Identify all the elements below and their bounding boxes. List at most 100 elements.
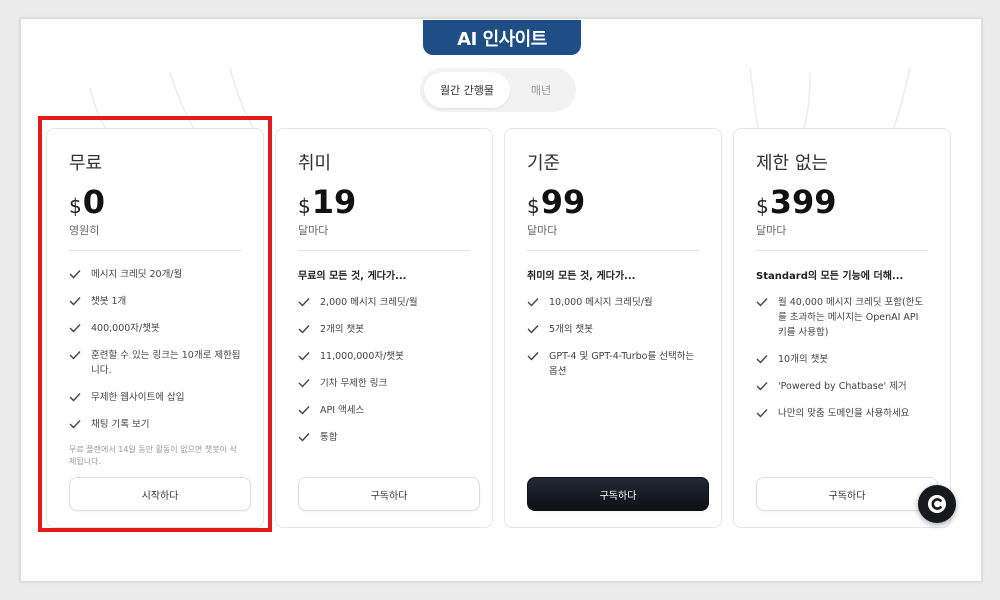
feature-item: 5개의 챗봇 [527, 322, 699, 337]
check-icon [69, 297, 81, 306]
check-icon [69, 420, 81, 429]
check-icon [69, 270, 81, 279]
plan-period: 영원히 [69, 224, 100, 237]
plan-period: 달마다 [527, 224, 558, 237]
check-icon [756, 355, 768, 364]
feature-item: 'Powered by Chatbase' 제거 [756, 379, 928, 394]
feature-item: 메시지 크레딧 20개/월 [69, 267, 241, 282]
subscribe-button[interactable]: 구독하다 [298, 477, 480, 511]
currency-symbol: $ [69, 194, 82, 218]
subscribe-button[interactable]: 구독하다 [527, 477, 709, 511]
currency-symbol: $ [298, 194, 311, 218]
divider [298, 250, 470, 251]
check-icon [298, 352, 310, 361]
subscribe-button[interactable]: 구독하다 [756, 477, 938, 511]
feature-text: 통합 [320, 432, 338, 443]
feature-text: 월 40,000 메시지 크레딧 포함(한도를 초과하는 메시지는 OpenAI… [778, 297, 924, 338]
feature-text: API 액세스 [320, 405, 365, 416]
plan-card-hobby: 취미 $ 19 달마다 무료의 모든 것, 게다가... 2,000 메시지 크… [275, 128, 493, 528]
check-icon [298, 298, 310, 307]
plan-subhead: 무료의 모든 것, 게다가... [298, 271, 407, 282]
plan-subhead: 취미의 모든 것, 게다가... [527, 271, 636, 282]
billing-toggle: 월간 간행물 매년 [420, 68, 576, 112]
feature-text: 'Powered by Chatbase' 제거 [778, 381, 907, 392]
price-amount: 0 [82, 183, 105, 221]
feature-item: 무제한 웹사이트에 삽입 [69, 390, 241, 405]
check-icon [756, 298, 768, 307]
feature-text: 2,000 메시지 크레딧/월 [320, 297, 418, 308]
billing-yearly-option[interactable]: 매년 [510, 72, 572, 108]
price-amount: 19 [311, 183, 357, 221]
chat-widget-button[interactable] [918, 485, 956, 523]
currency-symbol: $ [756, 194, 769, 218]
plan-price: $ 0 [69, 183, 241, 219]
feature-text: GPT-4 및 GPT-4-Turbo를 선택하는 옵션 [549, 351, 695, 377]
check-icon [298, 325, 310, 334]
feature-item: 2,000 메시지 크레딧/월 [298, 295, 470, 310]
plan-price: $ 399 [756, 183, 928, 219]
feature-item: 10개의 챗봇 [756, 352, 928, 367]
check-icon [69, 324, 81, 333]
feature-item: 400,000자/챗봇 [69, 321, 241, 336]
plan-name: 제한 없는 [756, 153, 828, 174]
plan-period: 달마다 [756, 224, 787, 237]
feature-list: 2,000 메시지 크레딧/월 2개의 챗봇 11,000,000자/챗봇 기차… [298, 295, 470, 445]
feature-text: 메시지 크레딧 20개/월 [91, 269, 183, 280]
feature-item: GPT-4 및 GPT-4-Turbo를 선택하는 옵션 [527, 349, 699, 379]
feature-text: 무제한 웹사이트에 삽입 [91, 392, 185, 403]
check-icon [69, 351, 81, 360]
check-icon [69, 393, 81, 402]
plan-price: $ 19 [298, 183, 470, 219]
feature-item: 10,000 메시지 크레딧/월 [527, 295, 699, 310]
feature-text: 채팅 기록 보기 [91, 419, 150, 430]
banner-title: AI 인사이트 [423, 20, 581, 55]
divider [527, 250, 699, 251]
feature-item: 11,000,000자/챗봇 [298, 349, 470, 364]
price-amount: 399 [769, 183, 837, 221]
check-icon [298, 433, 310, 442]
plan-period: 달마다 [298, 224, 329, 237]
plan-name: 기준 [527, 153, 561, 174]
check-icon [527, 298, 539, 307]
feature-text: 2개의 챗봇 [320, 324, 365, 335]
start-button[interactable]: 시작하다 [69, 477, 251, 511]
feature-item: 훈련할 수 있는 링크는 10개로 제한됩니다. [69, 348, 241, 378]
plan-card-unlimited: 제한 없는 $ 399 달마다 Standard의 모든 기능에 더해... 월… [733, 128, 951, 528]
feature-item: API 액세스 [298, 403, 470, 418]
check-icon [756, 409, 768, 418]
feature-text: 10개의 챗봇 [778, 354, 829, 365]
feature-list: 메시지 크레딧 20개/월 챗봇 1개 400,000자/챗봇 훈련할 수 있는… [69, 267, 241, 432]
divider [69, 250, 241, 251]
feature-text: 나만의 맞춤 도메인을 사용하세요 [778, 408, 910, 419]
feature-item: 챗봇 1개 [69, 294, 241, 309]
feature-list: 10,000 메시지 크레딧/월 5개의 챗봇 GPT-4 및 GPT-4-Tu… [527, 295, 699, 379]
check-icon [527, 325, 539, 334]
currency-symbol: $ [527, 194, 540, 218]
check-icon [298, 406, 310, 415]
feature-item: 2개의 챗봇 [298, 322, 470, 337]
price-amount: 99 [540, 183, 586, 221]
feature-item: 월 40,000 메시지 크레딧 포함(한도를 초과하는 메시지는 OpenAI… [756, 295, 928, 340]
feature-text: 400,000자/챗봇 [91, 323, 160, 334]
chat-widget-icon [928, 495, 946, 513]
check-icon [756, 382, 768, 391]
plan-card-free: 무료 $ 0 영원히 메시지 크레딧 20개/월 챗봇 1개 400,000자/… [46, 128, 264, 528]
feature-item: 통합 [298, 430, 470, 445]
feature-text: 10,000 메시지 크레딧/월 [549, 297, 653, 308]
feature-text: 챗봇 1개 [91, 296, 127, 307]
plan-name: 취미 [298, 153, 332, 174]
check-icon [527, 352, 539, 361]
feature-text: 기차 무제한 링크 [320, 378, 388, 389]
check-icon [298, 379, 310, 388]
billing-monthly-option[interactable]: 월간 간행물 [424, 72, 510, 108]
feature-item: 나만의 맞춤 도메인을 사용하세요 [756, 406, 928, 421]
plan-price: $ 99 [527, 183, 699, 219]
plan-card-standard: 기준 $ 99 달마다 취미의 모든 것, 게다가... 10,000 메시지 … [504, 128, 722, 528]
feature-item: 기차 무제한 링크 [298, 376, 470, 391]
divider [756, 250, 928, 251]
feature-text: 11,000,000자/챗봇 [320, 351, 404, 362]
plan-subhead: Standard의 모든 기능에 더해... [756, 271, 904, 282]
inactivity-note: 무료 플랜에서 14일 동안 활동이 없으면 챗봇이 삭제됩니다. [69, 445, 237, 466]
feature-list: 월 40,000 메시지 크레딧 포함(한도를 초과하는 메시지는 OpenAI… [756, 295, 928, 421]
feature-text: 5개의 챗봇 [549, 324, 594, 335]
